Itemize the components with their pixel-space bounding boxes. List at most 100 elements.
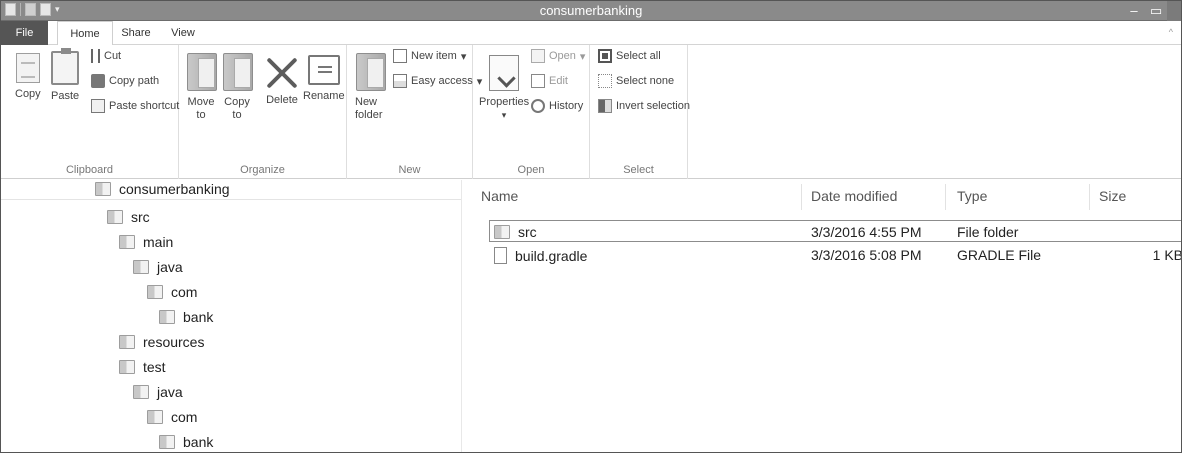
select-group: Select all Select none Invert selection … (590, 45, 690, 179)
tab-home[interactable]: Home (57, 21, 113, 46)
tab-view[interactable]: View (163, 21, 203, 45)
tree-item-bank[interactable]: bank (159, 430, 214, 452)
select-none-label: Select none (616, 75, 675, 87)
chevron-up-icon[interactable]: ^ (1169, 27, 1173, 37)
file-type: File folder (957, 224, 1019, 240)
ribbon: Copy Paste Cut Copy path Paste shortcut … (1, 45, 1181, 179)
file-row-src[interactable]: src 3/3/2016 4:55 PM File folder (489, 220, 1181, 242)
copy-to-label: Copy to (224, 96, 250, 121)
tree-item-label: bank (183, 309, 214, 325)
file-date: 3/3/2016 4:55 PM (811, 224, 922, 240)
file-name: src (518, 224, 537, 240)
folder-icon (159, 310, 175, 324)
clipboard-group: Copy Paste Cut Copy path Paste shortcut … (1, 45, 179, 179)
tree-item-resources[interactable]: resources (119, 330, 204, 354)
open-button[interactable]: Open ▾ (531, 49, 585, 63)
column-header-type[interactable]: Type (957, 188, 987, 204)
scissors-icon (91, 49, 100, 63)
tree-item-java[interactable]: java (133, 380, 183, 404)
tree-item-consumerbanking[interactable]: consumerbanking (95, 177, 230, 201)
column-header-name[interactable]: Name (481, 188, 518, 204)
paste-shortcut-label: Paste shortcut (109, 100, 180, 112)
organize-label: Organize (240, 164, 285, 176)
properties-label: Properties (479, 96, 530, 108)
copy-button[interactable]: Copy (15, 53, 41, 101)
easy-access-icon (393, 74, 407, 88)
file-size: 1 KB (1152, 247, 1182, 263)
minimize-button[interactable]: – (1123, 1, 1145, 21)
column-header-date-modified[interactable]: Date modified (811, 188, 897, 204)
new-item-button[interactable]: New item ▾ (393, 49, 466, 63)
tree-item-test[interactable]: test (119, 355, 166, 379)
file-type: GRADLE File (957, 247, 1042, 263)
open-label-group: Open (517, 164, 545, 176)
rename-label: Rename (303, 90, 345, 102)
new-folder-icon (356, 53, 386, 91)
ribbon-tabs: File Home Share View ^ (1, 21, 1181, 46)
folder-icon (133, 385, 149, 399)
tree-item-main[interactable]: main (119, 230, 173, 254)
tree-item-com[interactable]: com (147, 405, 197, 429)
copy-to-button[interactable]: Copy to (223, 53, 253, 122)
open-label: Open (549, 50, 576, 62)
new-folder-label: New folder (355, 96, 383, 121)
tree-item-java[interactable]: java (133, 255, 183, 279)
delete-icon (265, 55, 299, 89)
history-button[interactable]: History (531, 99, 583, 113)
tree-item-com[interactable]: com (147, 280, 197, 304)
select-all-label: Select all (616, 50, 661, 62)
move-to-label: Move to (187, 96, 215, 121)
close-button[interactable] (1167, 1, 1181, 21)
chevron-down-icon: ▾ (501, 110, 507, 120)
select-all-button[interactable]: Select all (598, 49, 661, 63)
column-separator[interactable] (945, 184, 946, 210)
tree-item-label: bank (183, 434, 214, 450)
tree-item-label: src (131, 209, 150, 225)
tab-share[interactable]: Share (116, 21, 156, 45)
title-bar: ▾ consumerbanking – ▭ (1, 1, 1181, 21)
invert-selection-icon (598, 99, 612, 113)
select-all-icon (598, 49, 612, 63)
tree-item-label: java (157, 384, 183, 400)
navigation-pane: consumerbanking src main java com bank r… (1, 177, 461, 452)
column-header-size[interactable]: Size (1099, 188, 1126, 204)
folder-icon (107, 210, 123, 224)
new-item-icon (393, 49, 407, 63)
copy-path-button[interactable]: Copy path (91, 74, 159, 88)
properties-button[interactable]: Properties ▾ (479, 55, 529, 122)
column-separator[interactable] (1089, 184, 1090, 210)
tree-item-bank[interactable]: bank (159, 305, 213, 329)
tree-item-label: com (171, 284, 198, 300)
tab-file[interactable]: File (1, 21, 48, 45)
pane-splitter[interactable] (461, 180, 462, 452)
easy-access-button[interactable]: Easy access ▾ (393, 74, 482, 88)
folder-icon (147, 285, 163, 299)
explorer-window: ▾ consumerbanking – ▭ File Home Share Vi… (0, 0, 1182, 453)
tree-item-label: consumerbanking (119, 181, 230, 197)
file-row-build-gradle[interactable]: build.gradle 3/3/2016 5:08 PM GRADLE Fil… (489, 244, 1182, 266)
select-label: Select (623, 164, 654, 176)
column-separator[interactable] (801, 184, 802, 210)
delete-button[interactable]: Delete (265, 55, 299, 107)
maximize-button[interactable]: ▭ (1145, 1, 1167, 21)
file-name: build.gradle (515, 247, 588, 264)
paste-shortcut-button[interactable]: Paste shortcut (91, 99, 179, 113)
edit-button[interactable]: Edit (531, 74, 568, 88)
paste-button[interactable]: Paste (51, 48, 79, 103)
nav-top-row (1, 180, 461, 200)
file-name-cell: build.gradle (494, 247, 587, 264)
file-name-cell: src (494, 224, 537, 240)
move-to-button[interactable]: Move to (187, 53, 217, 122)
cut-button[interactable]: Cut (91, 49, 121, 63)
invert-selection-button[interactable]: Invert selection (598, 99, 690, 113)
copy-icon (15, 53, 40, 83)
tree-item-label: resources (143, 334, 205, 350)
edit-icon (531, 74, 545, 88)
select-none-button[interactable]: Select none (598, 74, 674, 88)
rename-button[interactable]: Rename (303, 55, 345, 103)
new-folder-button[interactable]: New folder (355, 53, 387, 122)
folder-icon (494, 225, 510, 239)
window-controls: – ▭ (1123, 1, 1181, 21)
file-icon (494, 247, 507, 264)
tree-item-src[interactable]: src (107, 205, 150, 229)
